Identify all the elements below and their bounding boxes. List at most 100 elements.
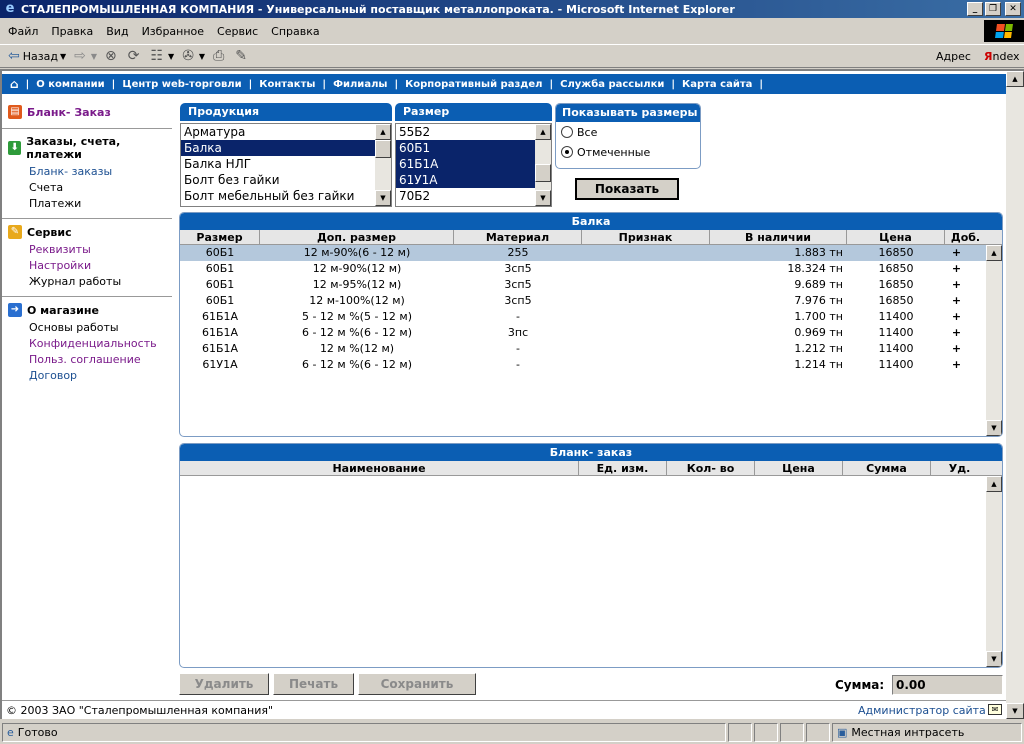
forward-dropdown-icon[interactable]: ▼ (91, 52, 97, 61)
scroll-down-icon[interactable]: ▼ (1006, 703, 1024, 719)
table-row[interactable]: 60Б1 12 м-90%(6 - 12 м) 255 1.883 тн 16850 + (180, 245, 986, 261)
nav-branches[interactable]: Филиалы (333, 79, 387, 90)
scroll-down-icon[interactable]: ▼ (986, 420, 1002, 436)
encoding-button[interactable]: ☷ ▼ (146, 46, 178, 66)
refresh-button[interactable]: ⟳ (124, 46, 147, 66)
add-to-order-button[interactable]: + (945, 277, 968, 293)
column-header[interactable]: Уд. (931, 461, 988, 475)
print-toolbar-button[interactable]: ⎙ (209, 46, 231, 66)
product-option[interactable]: Балка НЛГ (181, 156, 391, 172)
column-header[interactable]: Доб. (945, 230, 986, 244)
sidebar-item-contract[interactable]: Договор (8, 368, 172, 384)
scroll-down-icon[interactable]: ▼ (535, 190, 551, 206)
scroll-thumb[interactable] (535, 164, 551, 182)
size-option[interactable]: 61У1А (396, 172, 551, 188)
column-header[interactable]: Цена (847, 230, 945, 244)
column-header[interactable]: Кол- во (667, 461, 755, 475)
sidebar-item-work-log[interactable]: Журнал работы (8, 274, 172, 290)
sizes-scrollbar[interactable]: ▲ ▼ (535, 124, 551, 206)
sidebar-item-privacy[interactable]: Конфиденциальность (8, 336, 172, 352)
add-to-order-button[interactable]: + (945, 325, 968, 341)
stop-button[interactable]: ⊗ (101, 46, 124, 66)
column-header[interactable]: Доп. размер (260, 230, 454, 244)
add-to-order-button[interactable]: + (945, 245, 968, 261)
table-row[interactable]: 60Б1 12 м-100%(12 м) 3сп5 7.976 тн 16850 + (180, 293, 986, 309)
column-header[interactable]: Размер (180, 230, 260, 244)
sidebar-item-basics[interactable]: Основы работы (8, 320, 172, 336)
product-option[interactable]: Болт без гайки (181, 172, 391, 188)
sidebar-item-requisites[interactable]: Реквизиты (8, 242, 172, 258)
scroll-down-icon[interactable]: ▼ (375, 190, 391, 206)
sidebar-item-settings[interactable]: Настройки (8, 258, 172, 274)
table-row[interactable]: 61Б1А 5 - 12 м %(5 - 12 м) - 1.700 тн 11400 + (180, 309, 986, 325)
nav-mailing[interactable]: Служба рассылки (560, 79, 664, 90)
order-table-scrollbar[interactable]: ▲ ▼ (986, 476, 1002, 667)
yandex-button[interactable]: Яndex (984, 50, 1020, 63)
nav-sitemap[interactable]: Карта сайта (682, 79, 752, 90)
menu-favorites[interactable]: Избранное (142, 25, 204, 38)
save-button[interactable]: Сохранить (358, 673, 476, 695)
sidebar-item-invoices[interactable]: Счета (8, 180, 172, 196)
size-option[interactable]: 61Б1А (396, 156, 551, 172)
mail-icon[interactable]: ✉ (988, 704, 1002, 715)
print-button[interactable]: Печать (273, 673, 354, 695)
nav-contacts[interactable]: Контакты (259, 79, 315, 90)
column-header[interactable]: В наличии (710, 230, 847, 244)
table-row[interactable]: 60Б1 12 м-95%(12 м) 3сп5 9.689 тн 16850 + (180, 277, 986, 293)
address-label[interactable]: Адрес (936, 50, 971, 63)
nav-trade-center[interactable]: Центр web-торговли (122, 79, 241, 90)
back-button[interactable]: ⇦ Назад ▼ (4, 46, 70, 66)
product-option[interactable]: Болт мебельный без гайки (181, 188, 391, 204)
nav-corporate[interactable]: Корпоративный раздел (405, 79, 542, 90)
add-to-order-button[interactable]: + (945, 341, 968, 357)
product-option[interactable]: Балка (181, 140, 391, 156)
radio-marked-row[interactable]: Отмеченные (556, 142, 700, 162)
back-dropdown-icon[interactable]: ▼ (60, 52, 66, 61)
sidebar-item-order-forms[interactable]: Бланк- заказы (8, 164, 172, 180)
table-row[interactable]: 61Б1А 12 м %(12 м) - 1.212 тн 11400 + (180, 341, 986, 357)
menu-file[interactable]: Файл (8, 25, 38, 38)
column-header[interactable]: Наименование (180, 461, 579, 475)
size-option[interactable]: 60Б1 (396, 140, 551, 156)
maximize-button[interactable]: ❐ (985, 2, 1001, 16)
column-header[interactable]: Сумма (843, 461, 931, 475)
encoding-dropdown-icon[interactable]: ▼ (168, 52, 174, 61)
menu-view[interactable]: Вид (106, 25, 128, 38)
products-listbox[interactable]: Арматура Балка Балка НЛГ Болт без гайки Болт… (180, 123, 392, 207)
sidebar-order-form[interactable]: ▤ Бланк- Заказ (8, 105, 172, 119)
add-to-order-button[interactable]: + (945, 293, 968, 309)
table-row[interactable]: 60Б1 12 м-90%(12 м) 3сп5 18.324 тн 16850 + (180, 261, 986, 277)
scroll-up-icon[interactable]: ▲ (986, 476, 1002, 492)
add-to-order-button[interactable]: + (945, 357, 968, 373)
column-header[interactable]: Цена (755, 461, 843, 475)
radio-marked[interactable] (561, 146, 573, 158)
stock-table-scrollbar[interactable]: ▲ ▼ (986, 245, 1002, 436)
product-option[interactable]: Арматура (181, 124, 391, 140)
menu-edit[interactable]: Правка (51, 25, 93, 38)
scroll-up-icon[interactable]: ▲ (986, 245, 1002, 261)
nav-about[interactable]: О компании (36, 79, 104, 90)
scroll-thumb[interactable] (375, 140, 391, 158)
show-button[interactable]: Показать (575, 178, 679, 200)
scroll-up-icon[interactable]: ▲ (535, 124, 551, 140)
home-icon[interactable]: ⌂ (10, 77, 19, 91)
size-option[interactable]: 55Б2 (396, 124, 551, 140)
add-to-order-button[interactable]: + (945, 261, 968, 277)
sidebar-item-payments[interactable]: Платежи (8, 196, 172, 212)
sizes-listbox[interactable]: 55Б2 60Б1 61Б1А 61У1А 70Б2 ▲ ▼ (395, 123, 552, 207)
minimize-button[interactable]: _ (967, 2, 983, 16)
add-to-order-button[interactable]: + (945, 309, 968, 325)
page-scrollbar-track[interactable]: ▲ ▼ (1006, 71, 1024, 719)
size-option[interactable]: 70Б2 (396, 188, 551, 204)
edit-page-button[interactable]: ✎ (231, 46, 254, 66)
forward-button[interactable]: ⇨ ▼ (70, 46, 101, 66)
close-button[interactable]: ✕ (1005, 2, 1021, 16)
radio-all-row[interactable]: Все (556, 122, 700, 142)
column-header[interactable]: Материал (454, 230, 582, 244)
radio-all[interactable] (561, 126, 573, 138)
menu-help[interactable]: Справка (271, 25, 319, 38)
admin-link[interactable]: Администратор сайта (858, 704, 986, 717)
products-scrollbar[interactable]: ▲ ▼ (375, 124, 391, 206)
scroll-down-icon[interactable]: ▼ (986, 651, 1002, 667)
page-scrollbar[interactable]: ▲ ▼ (1006, 69, 1024, 719)
